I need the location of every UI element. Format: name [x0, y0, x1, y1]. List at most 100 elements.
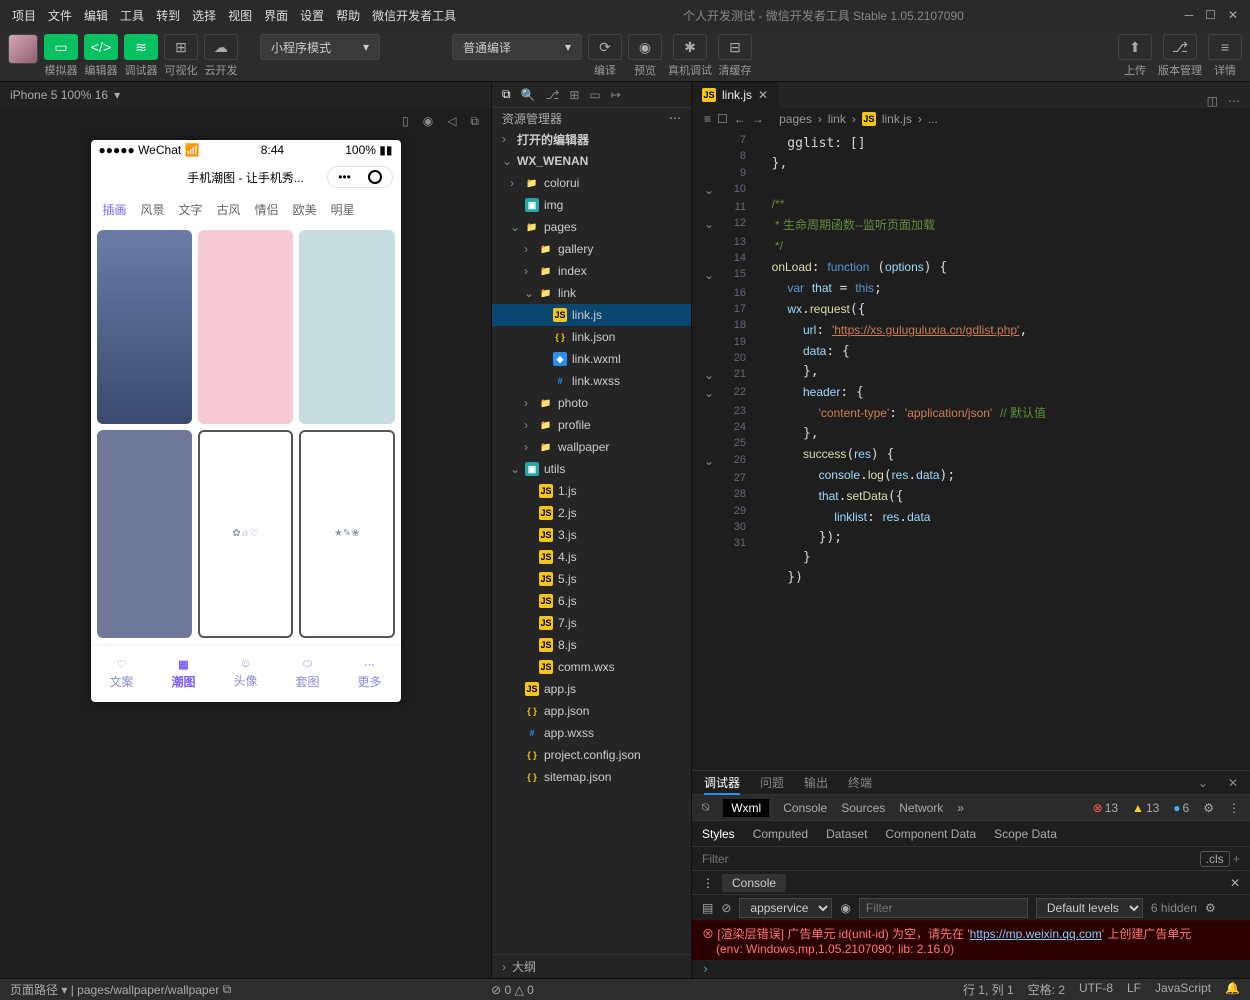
- error-link[interactable]: https://mp.weixin.qq.com: [970, 927, 1102, 941]
- breadcrumb[interactable]: ≡ ☐ ← → pages›link›JSlink.js›...: [692, 108, 1250, 130]
- tree-2.js[interactable]: JS2.js: [492, 502, 691, 524]
- diagnostics[interactable]: ⊘ 0 △ 0: [491, 983, 534, 997]
- arrow-icon[interactable]: ↦: [611, 88, 621, 102]
- tree-link.wxss[interactable]: #link.wxss: [492, 370, 691, 392]
- tab-dataset[interactable]: Dataset: [826, 827, 867, 841]
- tab-star[interactable]: 明星: [331, 201, 355, 218]
- tab-terminal[interactable]: 终端: [848, 774, 872, 791]
- menu-edit[interactable]: 编辑: [78, 7, 114, 24]
- tree-wallpaper[interactable]: ›📁wallpaper: [492, 436, 691, 458]
- tree-index[interactable]: ›📁index: [492, 260, 691, 282]
- kebab-icon[interactable]: ⋮: [1228, 801, 1240, 815]
- add-style-icon[interactable]: +: [1230, 852, 1240, 866]
- nav-text[interactable]: ♡文案: [109, 658, 133, 690]
- nav-more[interactable]: ⋯更多: [357, 658, 381, 690]
- tab-western[interactable]: 欧美: [293, 201, 317, 218]
- code-editor[interactable]: 789⌄1011⌄121314⌄151617181920⌄21⌄22232425…: [692, 130, 1250, 770]
- menu-project[interactable]: 项目: [6, 7, 42, 24]
- tree-link.json[interactable]: { }link.json: [492, 326, 691, 348]
- sim-phone-icon[interactable]: ▯: [402, 114, 409, 128]
- compile-button[interactable]: ⟳编译: [588, 34, 622, 78]
- menu-view[interactable]: 视图: [222, 7, 258, 24]
- editor-toggle[interactable]: </>编辑器: [84, 34, 118, 78]
- language[interactable]: JavaScript: [1155, 981, 1211, 998]
- gear-icon[interactable]: ⚙: [1203, 801, 1214, 815]
- debugger-toggle[interactable]: ≋调试器: [124, 34, 158, 78]
- tab-compdata[interactable]: Component Data: [885, 827, 976, 841]
- tab-wxml[interactable]: Wxml: [723, 799, 769, 817]
- tree-colorui[interactable]: ›📁colorui: [492, 172, 691, 194]
- thumb[interactable]: [97, 230, 192, 424]
- kebab-icon[interactable]: ⋮: [702, 876, 714, 890]
- levels-select[interactable]: Default levels: [1036, 898, 1143, 918]
- tab-text[interactable]: 文字: [179, 201, 203, 218]
- page-path[interactable]: pages/wallpaper/wallpaper: [77, 983, 219, 997]
- tab-output[interactable]: 输出: [804, 774, 828, 791]
- tree-sitemap.json[interactable]: { }sitemap.json: [492, 766, 691, 788]
- nav-gallery[interactable]: ⬭套图: [295, 658, 319, 690]
- sim-record-icon[interactable]: ◉: [423, 114, 433, 128]
- tree-6.js[interactable]: JS6.js: [492, 590, 691, 612]
- console-drawer-tab[interactable]: Console: [722, 874, 786, 892]
- sim-copy-icon[interactable]: ⧉: [470, 114, 479, 129]
- tab-sources[interactable]: Sources: [841, 801, 885, 815]
- tab-scenery[interactable]: 风景: [141, 201, 165, 218]
- menu-select[interactable]: 选择: [186, 7, 222, 24]
- menu-interface[interactable]: 界面: [258, 7, 294, 24]
- tree-img[interactable]: ▣img: [492, 194, 691, 216]
- tree-app.wxss[interactable]: #app.wxss: [492, 722, 691, 744]
- branch-icon[interactable]: ⎇: [546, 88, 560, 102]
- explorer-icon[interactable]: ⧉: [502, 87, 511, 102]
- tree-app.json[interactable]: { }app.json: [492, 700, 691, 722]
- upload-button[interactable]: ⬆上传: [1118, 34, 1152, 78]
- tab-console[interactable]: Console: [783, 801, 827, 815]
- collapse-icon[interactable]: ⌄: [1198, 776, 1208, 790]
- menu-file[interactable]: 文件: [42, 7, 78, 24]
- nav-back-icon[interactable]: ←: [734, 112, 746, 126]
- tree-7.js[interactable]: JS7.js: [492, 612, 691, 634]
- styles-filter[interactable]: [702, 852, 1200, 866]
- thumb[interactable]: ★✎❀: [299, 430, 394, 639]
- bell-icon[interactable]: 🔔: [1225, 981, 1240, 998]
- encoding[interactable]: UTF-8: [1079, 981, 1113, 998]
- remote-debug-button[interactable]: ✱真机调试: [668, 34, 712, 78]
- sim-device-label[interactable]: iPhone 5 100% 16 ▾: [0, 82, 491, 108]
- more-icon[interactable]: ⋯: [1228, 94, 1240, 108]
- nav-wallpaper[interactable]: ▦潮图: [171, 658, 195, 690]
- thumb[interactable]: ✿☼♡: [198, 430, 293, 639]
- tree-link[interactable]: ⌄📁link: [492, 282, 691, 304]
- tab-linkjs[interactable]: JSlink.js✕: [692, 82, 779, 108]
- tree-photo[interactable]: ›📁photo: [492, 392, 691, 414]
- tab-problems[interactable]: 问题: [760, 774, 784, 791]
- more-icon[interactable]: ⋯: [669, 111, 681, 125]
- tab-couple[interactable]: 情侣: [255, 201, 279, 218]
- avatar[interactable]: [8, 34, 38, 64]
- tree-5.js[interactable]: JS5.js: [492, 568, 691, 590]
- tab-styles[interactable]: Styles: [702, 827, 735, 841]
- console-prompt[interactable]: ›: [692, 960, 1250, 978]
- gear-icon[interactable]: ⚙: [1205, 901, 1216, 915]
- box-icon[interactable]: ▭: [589, 88, 600, 102]
- tree-link.wxml[interactable]: ◈link.wxml: [492, 348, 691, 370]
- menu-tool[interactable]: 工具: [114, 7, 150, 24]
- menu-help[interactable]: 帮助: [330, 7, 366, 24]
- eye-icon[interactable]: ◉: [840, 901, 850, 915]
- thumb[interactable]: [299, 230, 394, 424]
- menu-devtools[interactable]: 微信开发者工具: [366, 7, 462, 24]
- context-select[interactable]: appservice: [739, 898, 832, 918]
- close-drawer-icon[interactable]: ✕: [1230, 876, 1240, 890]
- tree-profile[interactable]: ›📁profile: [492, 414, 691, 436]
- path-label[interactable]: 页面路径: [10, 981, 58, 998]
- tab-illustration[interactable]: 插画: [103, 201, 127, 218]
- preview-button[interactable]: ◉预览: [628, 34, 662, 78]
- thumb[interactable]: [97, 430, 192, 639]
- tab-network[interactable]: Network: [899, 801, 943, 815]
- cloud-toggle[interactable]: ☁云开发: [204, 34, 238, 78]
- nav-fwd-icon[interactable]: →: [752, 112, 764, 126]
- tree-project.config.json[interactable]: { }project.config.json: [492, 744, 691, 766]
- tree-app.js[interactable]: JSapp.js: [492, 678, 691, 700]
- close-panel-icon[interactable]: ✕: [1228, 776, 1238, 790]
- bookmark-icon[interactable]: ☐: [717, 112, 728, 126]
- cls-toggle[interactable]: .cls: [1200, 851, 1230, 867]
- section-open-editors[interactable]: ›打开的编辑器: [492, 128, 691, 150]
